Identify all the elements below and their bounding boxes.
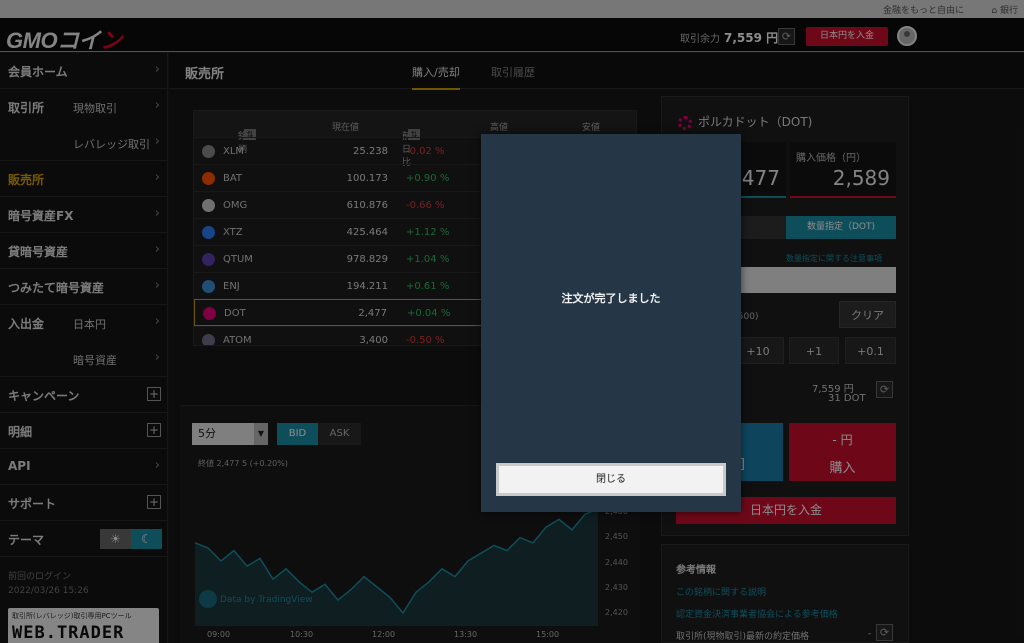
close-button[interactable]: 閉じる (496, 463, 726, 496)
dialog-message: 注文が完了しました (561, 292, 661, 305)
order-complete-dialog: 注文が完了しました 閉じる (481, 134, 741, 512)
